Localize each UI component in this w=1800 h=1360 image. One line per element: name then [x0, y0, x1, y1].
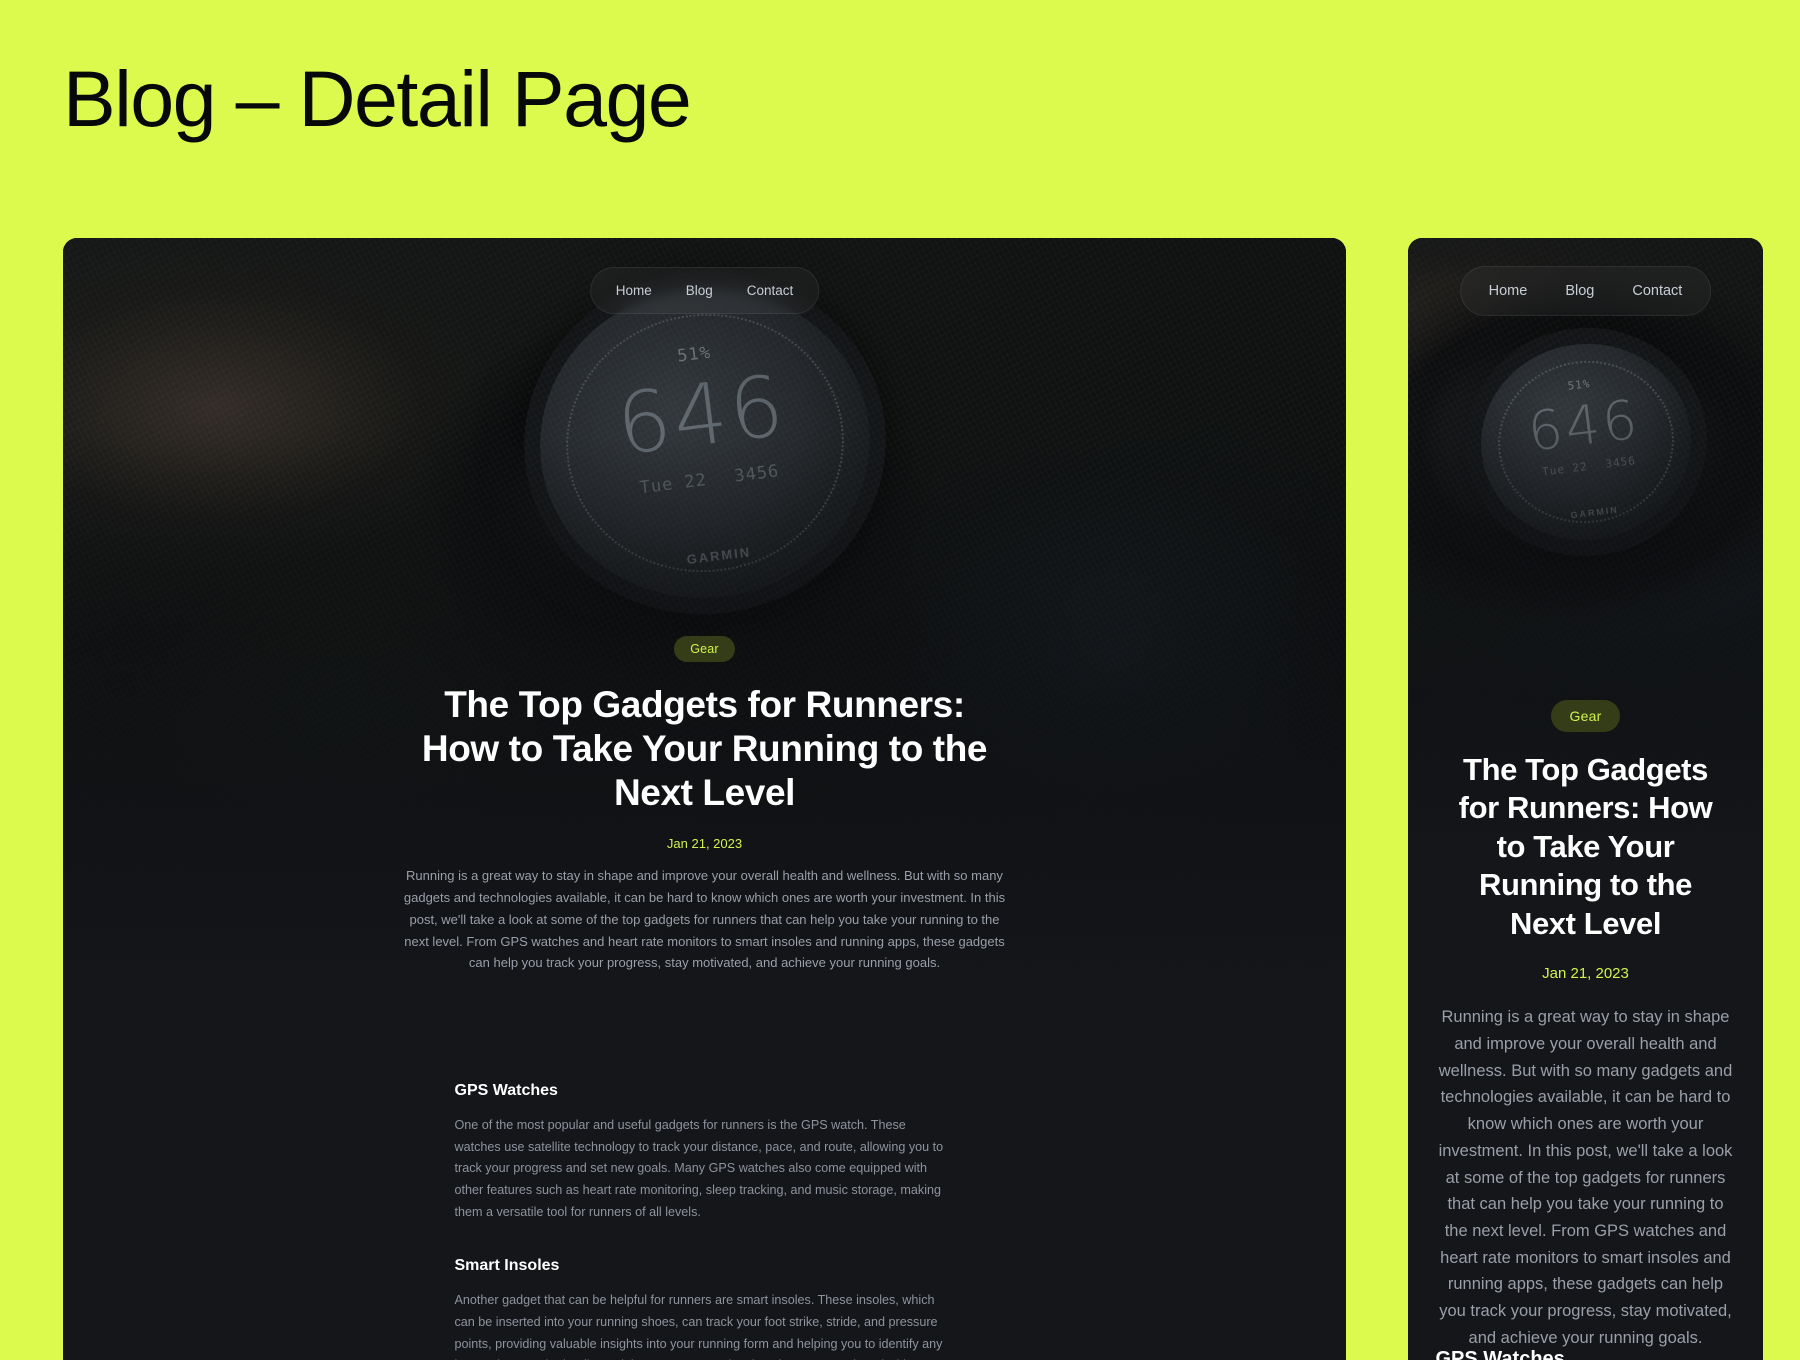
section-body: Another gadget that can be helpful for r… [454, 1293, 943, 1360]
article-header-mobile: Gear The Top Gadgets for Runners: How to… [1408, 700, 1763, 1352]
article-title: The Top Gadgets for Runners: How to Take… [421, 684, 988, 814]
main-nav-mobile: Home Blog Contact [1459, 266, 1712, 316]
section-heading: GPS Watches [454, 1082, 558, 1099]
nav-link-home[interactable]: Home [1475, 278, 1542, 304]
article-section: Smart Insoles Another gadget that can be… [455, 1257, 955, 1360]
article-header-desktop: Gear The Top Gadgets for Runners: How to… [63, 636, 1346, 974]
article-title: The Top Gadgets for Runners: How to Take… [1458, 752, 1713, 941]
main-nav-desktop: Home Blog Contact [589, 267, 820, 314]
article-date: Jan 21, 2023 [1542, 965, 1629, 983]
nav-link-contact[interactable]: Contact [1618, 278, 1696, 304]
article-body-mobile: GPS Watches One of the most popular and … [1436, 1348, 1736, 1360]
article-lede: Running is a great way to stay in shape … [1438, 1008, 1733, 1347]
article-body-desktop: GPS Watches One of the most popular and … [455, 1082, 955, 1360]
article-section: GPS Watches One of the most popular and … [1436, 1348, 1736, 1360]
section-heading: GPS Watches [1435, 1348, 1565, 1360]
section-body: One of the most popular and useful gadge… [454, 1118, 944, 1219]
page-root: Blog – Detail Page 51% 646 Tue 22 3456 G… [0, 0, 1800, 1360]
article-date: Jan 21, 2023 [666, 836, 743, 852]
nav-link-home[interactable]: Home [603, 278, 665, 303]
section-heading: Smart Insoles [454, 1257, 560, 1275]
desktop-preview-panel: 51% 646 Tue 22 3456 GARMIN Home Blog Con… [63, 238, 1346, 1360]
category-badge[interactable]: Gear [1550, 700, 1621, 732]
page-title: Blog – Detail Page [63, 54, 692, 143]
nav-link-blog[interactable]: Blog [673, 278, 726, 303]
article-lede: Running is a great way to stay in shape … [403, 868, 1006, 971]
nav-link-contact[interactable]: Contact [734, 278, 807, 303]
mobile-preview-panel: 51% 646 Tue 22 3456 GARMIN Home Blog Con… [1408, 238, 1763, 1360]
category-badge[interactable]: Gear [674, 636, 735, 662]
nav-link-blog[interactable]: Blog [1551, 278, 1608, 304]
article-section: GPS Watches One of the most popular and … [455, 1082, 955, 1223]
